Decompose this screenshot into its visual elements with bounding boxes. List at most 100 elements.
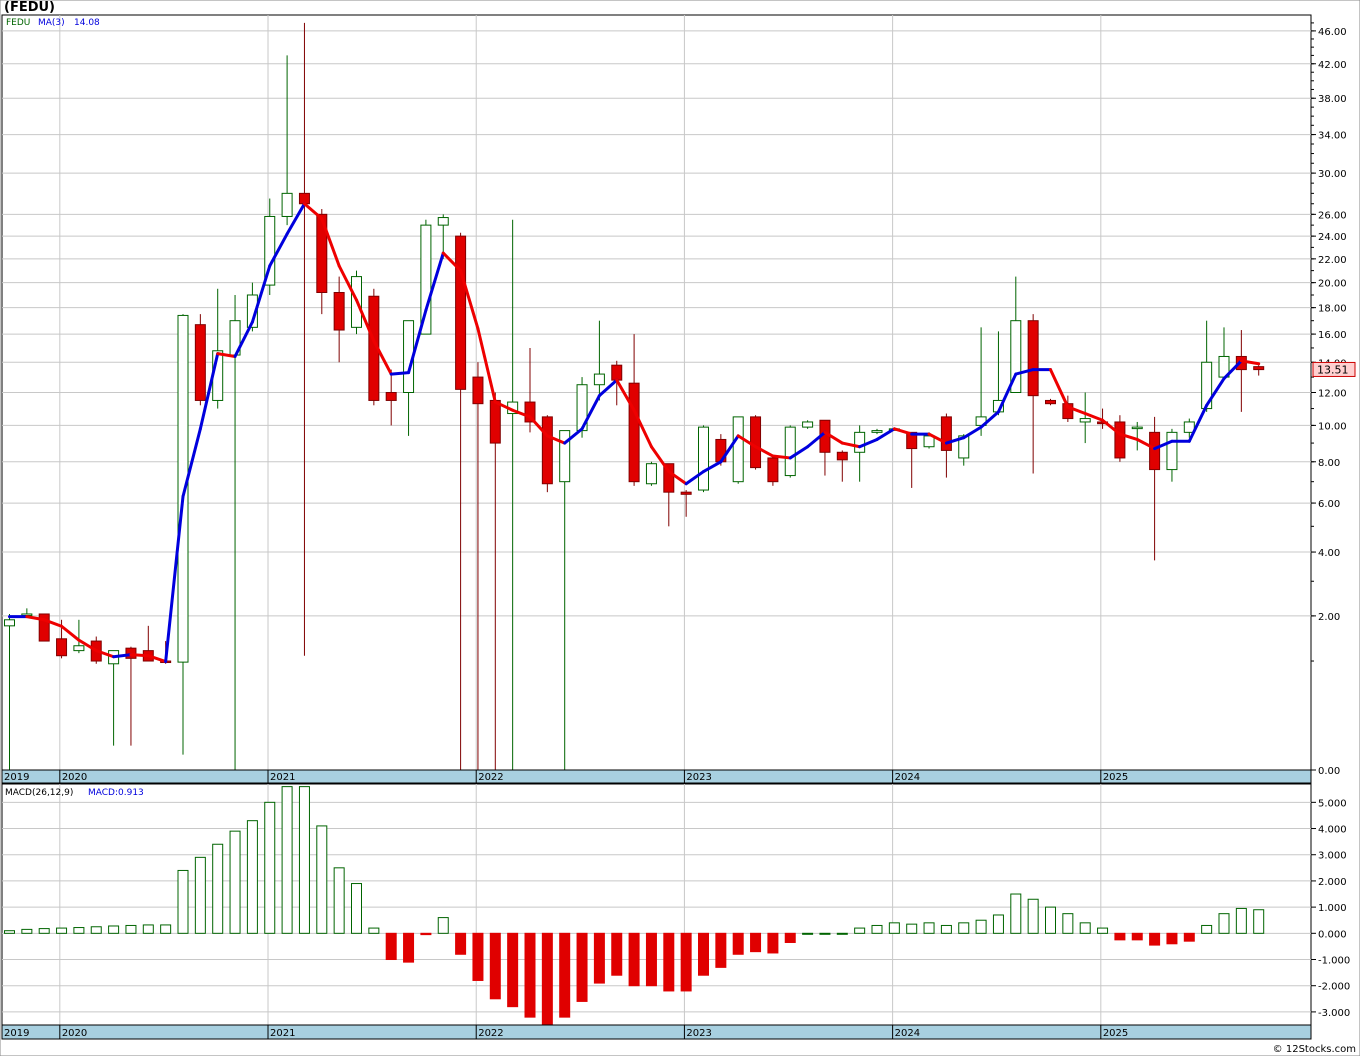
price-tick-label: 18.00 — [1318, 304, 1347, 315]
ma-line-segment — [60, 624, 81, 642]
macd-tick-label: -1.000 — [1318, 956, 1350, 967]
macd-bar — [819, 932, 831, 935]
candle-body — [472, 376, 484, 405]
price-tick-label: 6.00 — [1318, 499, 1340, 510]
macd-value-legend: MACD:0.913 — [88, 788, 144, 798]
candle-body — [489, 399, 501, 444]
candle-body — [750, 416, 762, 469]
candle-body — [1253, 366, 1265, 371]
price-tick-label: 20.00 — [1318, 279, 1347, 290]
macd-bar — [593, 932, 605, 984]
credit-text: © 12Stocks.com — [1272, 1044, 1356, 1055]
price-tick-label: 4.00 — [1318, 548, 1340, 559]
candle-body — [333, 291, 345, 331]
macd-bar — [1166, 932, 1178, 945]
x-year-label: 2023 — [686, 1028, 711, 1039]
macd-bar — [888, 922, 900, 934]
x-year-label: 2019 — [4, 1028, 29, 1039]
macd-bar — [1062, 913, 1074, 934]
macd-bar — [576, 932, 588, 1002]
candle-body — [73, 645, 85, 652]
macd-bar — [732, 932, 744, 955]
x-year-label: 2020 — [62, 772, 87, 783]
macd-bar — [1010, 893, 1022, 934]
candle-body — [784, 426, 796, 477]
macd-bar — [1097, 927, 1109, 934]
x-year-label: 2025 — [1103, 1028, 1128, 1039]
macd-bar — [385, 932, 397, 961]
macd-bar — [645, 932, 657, 987]
ma-line-segment — [771, 454, 792, 460]
candle-body — [732, 416, 744, 483]
price-tick-label: 46.00 — [1318, 27, 1347, 38]
candle-body — [871, 430, 883, 433]
macd-bar — [160, 924, 172, 934]
candle-body — [1045, 399, 1056, 405]
macd-bar — [1218, 913, 1230, 934]
ma-line-segment — [962, 425, 983, 440]
macd-bar — [541, 932, 553, 1026]
macd-bar — [177, 869, 189, 934]
symbol-legend: FEDU — [6, 18, 30, 28]
candle-body — [767, 457, 779, 483]
price-tick-label: 26.00 — [1318, 210, 1347, 221]
macd-bar — [316, 825, 328, 934]
macd-tick-label: 1.000 — [1318, 903, 1347, 914]
macd-bar — [680, 932, 692, 992]
price-tick-label: 0.00 — [1318, 766, 1340, 777]
macd-bar — [802, 932, 814, 935]
macd-bar — [507, 932, 519, 1008]
macd-bar — [351, 883, 362, 934]
x-year-label: 2025 — [1103, 772, 1128, 783]
candle-body — [698, 426, 709, 491]
price-tick-label: 8.00 — [1318, 458, 1340, 469]
macd-bar — [1027, 898, 1039, 934]
x-year-label: 2022 — [478, 1028, 503, 1039]
macd-tick-label: 5.000 — [1318, 798, 1347, 809]
macd-bar — [1201, 924, 1213, 934]
candle-body — [802, 421, 814, 428]
macd-bar — [38, 928, 50, 934]
candle-body — [611, 364, 623, 381]
macd-bar — [767, 932, 779, 954]
macd-bar — [958, 922, 970, 934]
macd-legend: MACD(26,12,9) — [5, 788, 73, 798]
candle-body — [1149, 431, 1161, 471]
price-tick-label: 24.00 — [1318, 232, 1347, 243]
candle-body — [1027, 320, 1039, 397]
candle-body — [680, 491, 692, 495]
candle-body — [593, 373, 605, 386]
ma-line-segment — [892, 427, 914, 436]
macd-bar — [1045, 906, 1056, 934]
macd-bar — [559, 932, 571, 1018]
ma-line-segment — [302, 202, 324, 221]
macd-tick-label: 3.000 — [1318, 851, 1347, 862]
macd-bar — [246, 820, 258, 934]
last-price-label: 13.51 — [1317, 363, 1349, 376]
candle-body — [541, 416, 553, 485]
ma-line-segment — [112, 653, 133, 659]
macd-bar — [871, 924, 883, 934]
price-tick-label: 10.00 — [1318, 421, 1347, 432]
price-tick-label: 38.00 — [1318, 94, 1347, 105]
macd-bar — [142, 924, 154, 934]
macd-bar — [923, 922, 935, 934]
macd-tick-label: 0.000 — [1318, 929, 1347, 940]
x-year-label: 2021 — [270, 772, 295, 783]
x-year-label: 2020 — [62, 1028, 87, 1039]
macd-bar — [1183, 932, 1195, 942]
macd-tick-label: 4.000 — [1318, 825, 1347, 836]
macd-bar — [281, 786, 293, 934]
candle-body — [940, 416, 952, 451]
macd-bar — [455, 932, 467, 955]
macd-tick-label: -3.000 — [1318, 1008, 1350, 1019]
macd-bar — [854, 927, 866, 934]
macd-bar — [836, 932, 848, 935]
macd-bar — [21, 928, 33, 934]
candle-body — [628, 382, 640, 483]
macd-bar — [125, 924, 137, 934]
macd-bar — [229, 830, 241, 934]
macd-bar — [1149, 932, 1161, 946]
macd-bar — [992, 914, 1004, 934]
macd-bar — [403, 932, 415, 963]
